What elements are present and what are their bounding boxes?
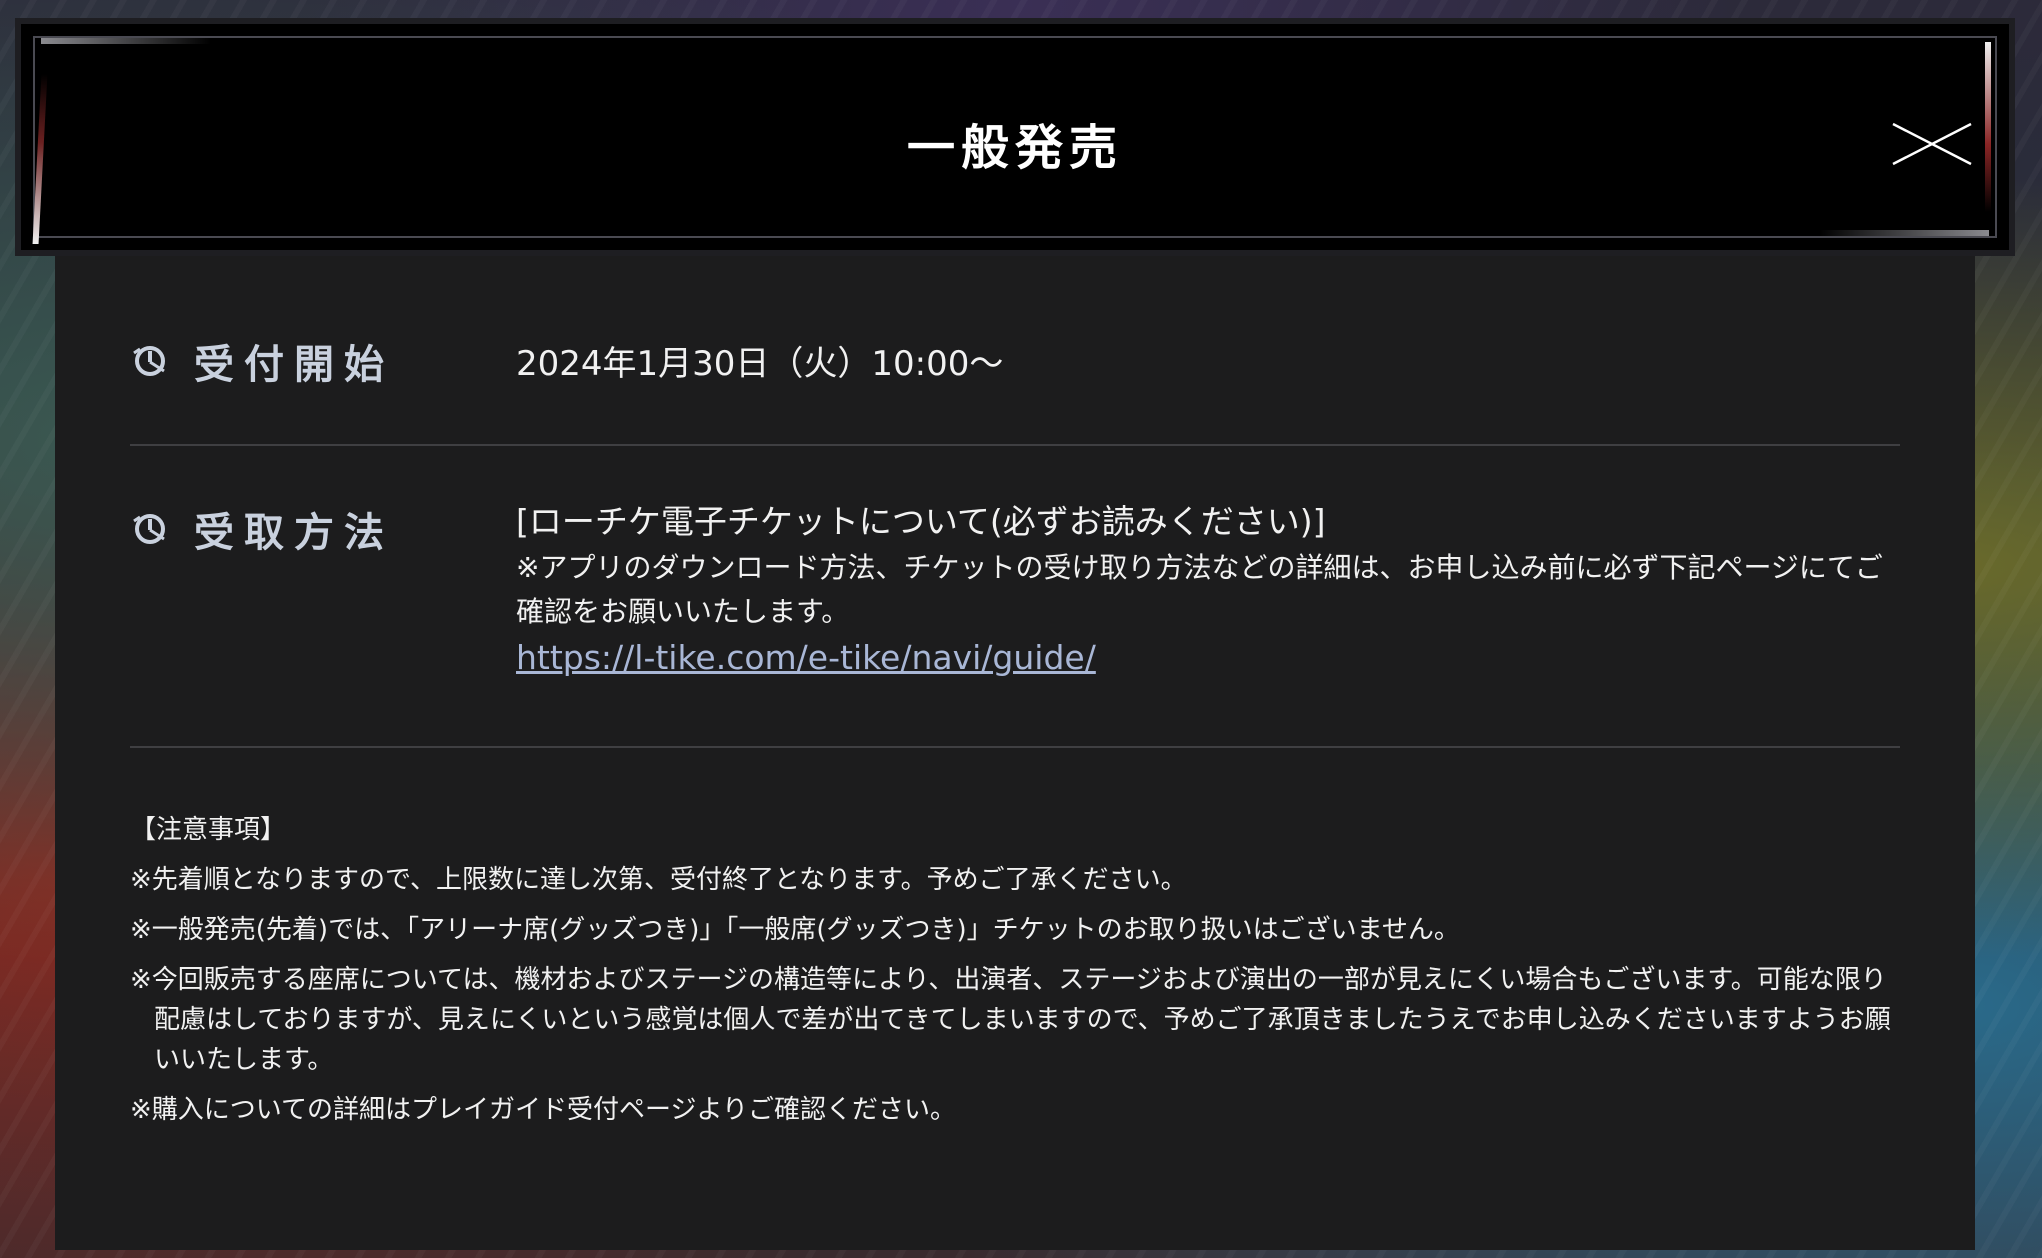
- modal-title: 一般発売: [906, 120, 1123, 176]
- row-label-start: 受付開始: [130, 332, 394, 390]
- notice-heading: 【注意事項】: [130, 815, 287, 845]
- clock-icon: [133, 514, 165, 544]
- row-receive: 受取方法 [ローチケ電子チケットについて(必ずお読みください)] ※アプリのダウ…: [130, 500, 1900, 748]
- guide-link[interactable]: https://l-tike.com/e-tike/navi/guide/: [516, 636, 1096, 680]
- row-label-text: 受付開始: [194, 342, 394, 388]
- notice-item: ※購入についての詳細はプレイガイド受付ページよりご確認ください。: [130, 1095, 956, 1125]
- close-icon: [1892, 122, 1972, 166]
- receive-note: ※アプリのダウンロード方法、チケットの受け取り方法などの詳細は、お申し込み前に必…: [516, 551, 1883, 628]
- receive-heading: [ローチケ電子チケットについて(必ずお読みください)]: [516, 502, 1326, 541]
- notice-item: ※先着順となりますので、上限数に達し次第、受付終了となります。予めご了承ください…: [130, 865, 1187, 895]
- start-datetime: 2024年1月30日（火）10:00〜: [516, 344, 1004, 384]
- header-accent-top: [41, 38, 211, 44]
- row-start: 受付開始 2024年1月30日（火）10:00〜: [130, 332, 1900, 446]
- header-accent-bottom: [1819, 230, 1989, 236]
- notice-block: 【注意事項】 ※先着順となりますので、上限数に達し次第、受付終了となります。予め…: [130, 810, 1900, 1140]
- row-label-receive: 受取方法: [130, 500, 394, 558]
- notice-item: ※一般発売(先着)では、「アリーナ席(グッズつき)」「一般席(グッズつき)」チケ…: [130, 915, 1460, 945]
- notice-item: ※今回販売する座席については、機材およびステージの構造等により、出演者、ステージ…: [130, 965, 1891, 1075]
- row-label-text: 受取方法: [194, 510, 394, 556]
- receive-details: [ローチケ電子チケットについて(必ずお読みください)] ※アプリのダウンロード方…: [516, 500, 1900, 680]
- modal-header: 一般発売: [15, 18, 2015, 256]
- clock-icon: [133, 346, 165, 376]
- close-button[interactable]: [1887, 114, 1977, 174]
